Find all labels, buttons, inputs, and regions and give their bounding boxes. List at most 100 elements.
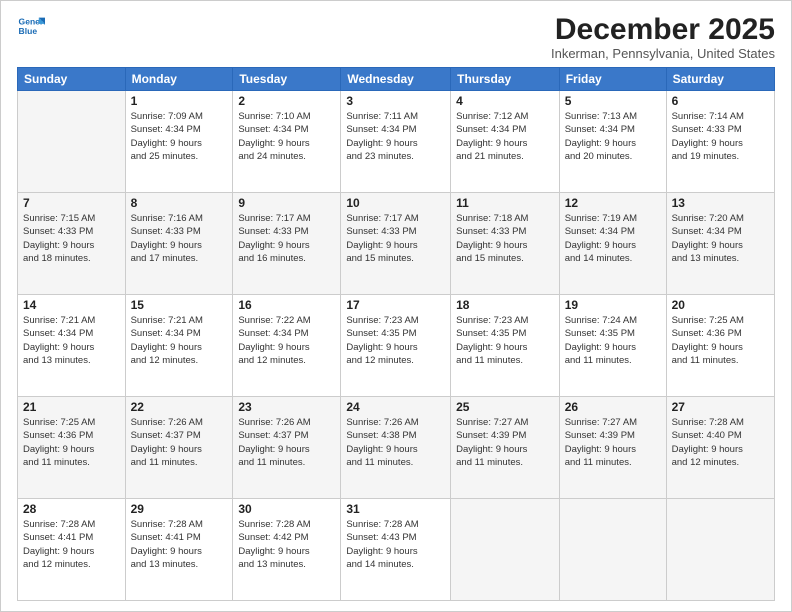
day-cell: 22Sunrise: 7:26 AM Sunset: 4:37 PM Dayli… [125,397,233,499]
col-header-thursday: Thursday [451,68,560,91]
day-info: Sunrise: 7:23 AM Sunset: 4:35 PM Dayligh… [456,314,554,367]
day-info: Sunrise: 7:27 AM Sunset: 4:39 PM Dayligh… [565,416,661,469]
day-cell: 15 Sunrise: 7:21 AM Sunset: 4:34 PM Dayli… [125,295,233,397]
day-info: Sunrise: 7:09 AM Sunset: 4:34 PM Dayligh… [131,110,228,163]
week-row-3: 14 Sunrise: 7:21 AM Sunset: 4:34 PM Dayli… [18,295,775,397]
day-info: Sunrise: 7:21 AM Sunset: 4:34 PM Dayligh… [23,314,120,367]
day-number: 10 [346,196,445,210]
day-number: 30 [238,502,335,516]
col-header-friday: Friday [559,68,666,91]
col-header-sunday: Sunday [18,68,126,91]
day-number: 2 [238,94,335,108]
day-cell: 25 Sunrise: 7:27 AM Sunset: 4:39 PM Dayli… [451,397,560,499]
day-cell: 3 Sunrise: 7:11 AM Sunset: 4:34 PM Daylig… [341,91,451,193]
header: General Blue December 2025 Inkerman, Pen… [17,13,775,61]
day-number: 22 [131,400,228,414]
day-cell [559,499,666,601]
day-info: Sunrise: 7:28 AM Sunset: 4:40 PM Dayligh… [672,416,769,469]
day-info: Sunrise: 7:17 AM Sunset: 4:33 PM Dayligh… [346,212,445,265]
day-cell: 30 Sunrise: 7:28 AM Sunset: 4:42 PM Dayli… [233,499,341,601]
day-cell: 13Sunrise: 7:20 AM Sunset: 4:34 PM Dayli… [666,193,774,295]
page: General Blue December 2025 Inkerman, Pen… [0,0,792,612]
svg-text:Blue: Blue [19,26,38,36]
col-header-tuesday: Tuesday [233,68,341,91]
day-info: Sunrise: 7:24 AM Sunset: 4:35 PM Dayligh… [565,314,661,367]
day-number: 12 [565,196,661,210]
day-number: 31 [346,502,445,516]
day-info: Sunrise: 7:25 AM Sunset: 4:36 PM Dayligh… [672,314,769,367]
week-row-1: 1 Sunrise: 7:09 AM Sunset: 4:34 PM Daylig… [18,91,775,193]
day-number: 11 [456,196,554,210]
logo-icon: General Blue [17,13,45,41]
week-row-2: 7Sunrise: 7:15 AM Sunset: 4:33 PM Daylig… [18,193,775,295]
day-info: Sunrise: 7:11 AM Sunset: 4:34 PM Dayligh… [346,110,445,163]
day-cell: 8 Sunrise: 7:16 AM Sunset: 4:33 PM Daylig… [125,193,233,295]
day-cell: 1 Sunrise: 7:09 AM Sunset: 4:34 PM Daylig… [125,91,233,193]
col-header-saturday: Saturday [666,68,774,91]
day-info: Sunrise: 7:13 AM Sunset: 4:34 PM Dayligh… [565,110,661,163]
day-cell: 26 Sunrise: 7:27 AM Sunset: 4:39 PM Dayli… [559,397,666,499]
day-cell: 14 Sunrise: 7:21 AM Sunset: 4:34 PM Dayli… [18,295,126,397]
day-number: 25 [456,400,554,414]
day-number: 21 [23,400,120,414]
week-row-5: 28 Sunrise: 7:28 AM Sunset: 4:41 PM Dayli… [18,499,775,601]
day-cell: 29 Sunrise: 7:28 AM Sunset: 4:41 PM Dayli… [125,499,233,601]
day-number: 24 [346,400,445,414]
day-number: 26 [565,400,661,414]
logo: General Blue [17,13,45,41]
day-info: Sunrise: 7:22 AM Sunset: 4:34 PM Dayligh… [238,314,335,367]
day-number: 3 [346,94,445,108]
day-info: Sunrise: 7:15 AM Sunset: 4:33 PM Dayligh… [23,212,120,265]
day-cell: 31Sunrise: 7:28 AM Sunset: 4:43 PM Dayli… [341,499,451,601]
day-info: Sunrise: 7:10 AM Sunset: 4:34 PM Dayligh… [238,110,335,163]
day-cell: 16 Sunrise: 7:22 AM Sunset: 4:34 PM Dayli… [233,295,341,397]
day-cell: 6 Sunrise: 7:14 AM Sunset: 4:33 PM Daylig… [666,91,774,193]
day-cell: 4 Sunrise: 7:12 AM Sunset: 4:34 PM Daylig… [451,91,560,193]
day-cell: 12Sunrise: 7:19 AM Sunset: 4:34 PM Dayli… [559,193,666,295]
day-number: 14 [23,298,120,312]
day-number: 4 [456,94,554,108]
day-cell: 2 Sunrise: 7:10 AM Sunset: 4:34 PM Daylig… [233,91,341,193]
day-cell [451,499,560,601]
day-number: 18 [456,298,554,312]
day-info: Sunrise: 7:26 AM Sunset: 4:38 PM Dayligh… [346,416,445,469]
day-info: Sunrise: 7:17 AM Sunset: 4:33 PM Dayligh… [238,212,335,265]
day-cell: 19 Sunrise: 7:24 AM Sunset: 4:35 PM Dayli… [559,295,666,397]
day-info: Sunrise: 7:21 AM Sunset: 4:34 PM Dayligh… [131,314,228,367]
day-cell: 10 Sunrise: 7:17 AM Sunset: 4:33 PM Dayli… [341,193,451,295]
day-number: 20 [672,298,769,312]
day-number: 28 [23,502,120,516]
day-info: Sunrise: 7:26 AM Sunset: 4:37 PM Dayligh… [238,416,335,469]
day-cell: 24 Sunrise: 7:26 AM Sunset: 4:38 PM Dayli… [341,397,451,499]
day-info: Sunrise: 7:28 AM Sunset: 4:41 PM Dayligh… [131,518,228,571]
day-info: Sunrise: 7:25 AM Sunset: 4:36 PM Dayligh… [23,416,120,469]
day-info: Sunrise: 7:27 AM Sunset: 4:39 PM Dayligh… [456,416,554,469]
title-block: December 2025 Inkerman, Pennsylvania, Un… [551,13,775,61]
header-row: Sunday Monday Tuesday Wednesday Thursday… [18,68,775,91]
day-number: 1 [131,94,228,108]
day-info: Sunrise: 7:16 AM Sunset: 4:33 PM Dayligh… [131,212,228,265]
day-info: Sunrise: 7:12 AM Sunset: 4:34 PM Dayligh… [456,110,554,163]
day-number: 29 [131,502,228,516]
day-number: 16 [238,298,335,312]
day-cell [666,499,774,601]
day-cell: 20 Sunrise: 7:25 AM Sunset: 4:36 PM Dayli… [666,295,774,397]
day-number: 6 [672,94,769,108]
day-cell: 28Sunrise: 7:28 AM Sunset: 4:41 PM Dayli… [18,499,126,601]
day-number: 15 [131,298,228,312]
calendar-table: Sunday Monday Tuesday Wednesday Thursday… [17,67,775,601]
day-number: 27 [672,400,769,414]
day-number: 19 [565,298,661,312]
day-number: 8 [131,196,228,210]
day-number: 9 [238,196,335,210]
day-info: Sunrise: 7:18 AM Sunset: 4:33 PM Dayligh… [456,212,554,265]
day-cell: 21 Sunrise: 7:25 AM Sunset: 4:36 PM Dayli… [18,397,126,499]
day-info: Sunrise: 7:28 AM Sunset: 4:42 PM Dayligh… [238,518,335,571]
day-cell [18,91,126,193]
month-title: December 2025 [551,13,775,46]
day-number: 17 [346,298,445,312]
day-number: 13 [672,196,769,210]
day-cell: 7Sunrise: 7:15 AM Sunset: 4:33 PM Daylig… [18,193,126,295]
day-info: Sunrise: 7:14 AM Sunset: 4:33 PM Dayligh… [672,110,769,163]
col-header-wednesday: Wednesday [341,68,451,91]
